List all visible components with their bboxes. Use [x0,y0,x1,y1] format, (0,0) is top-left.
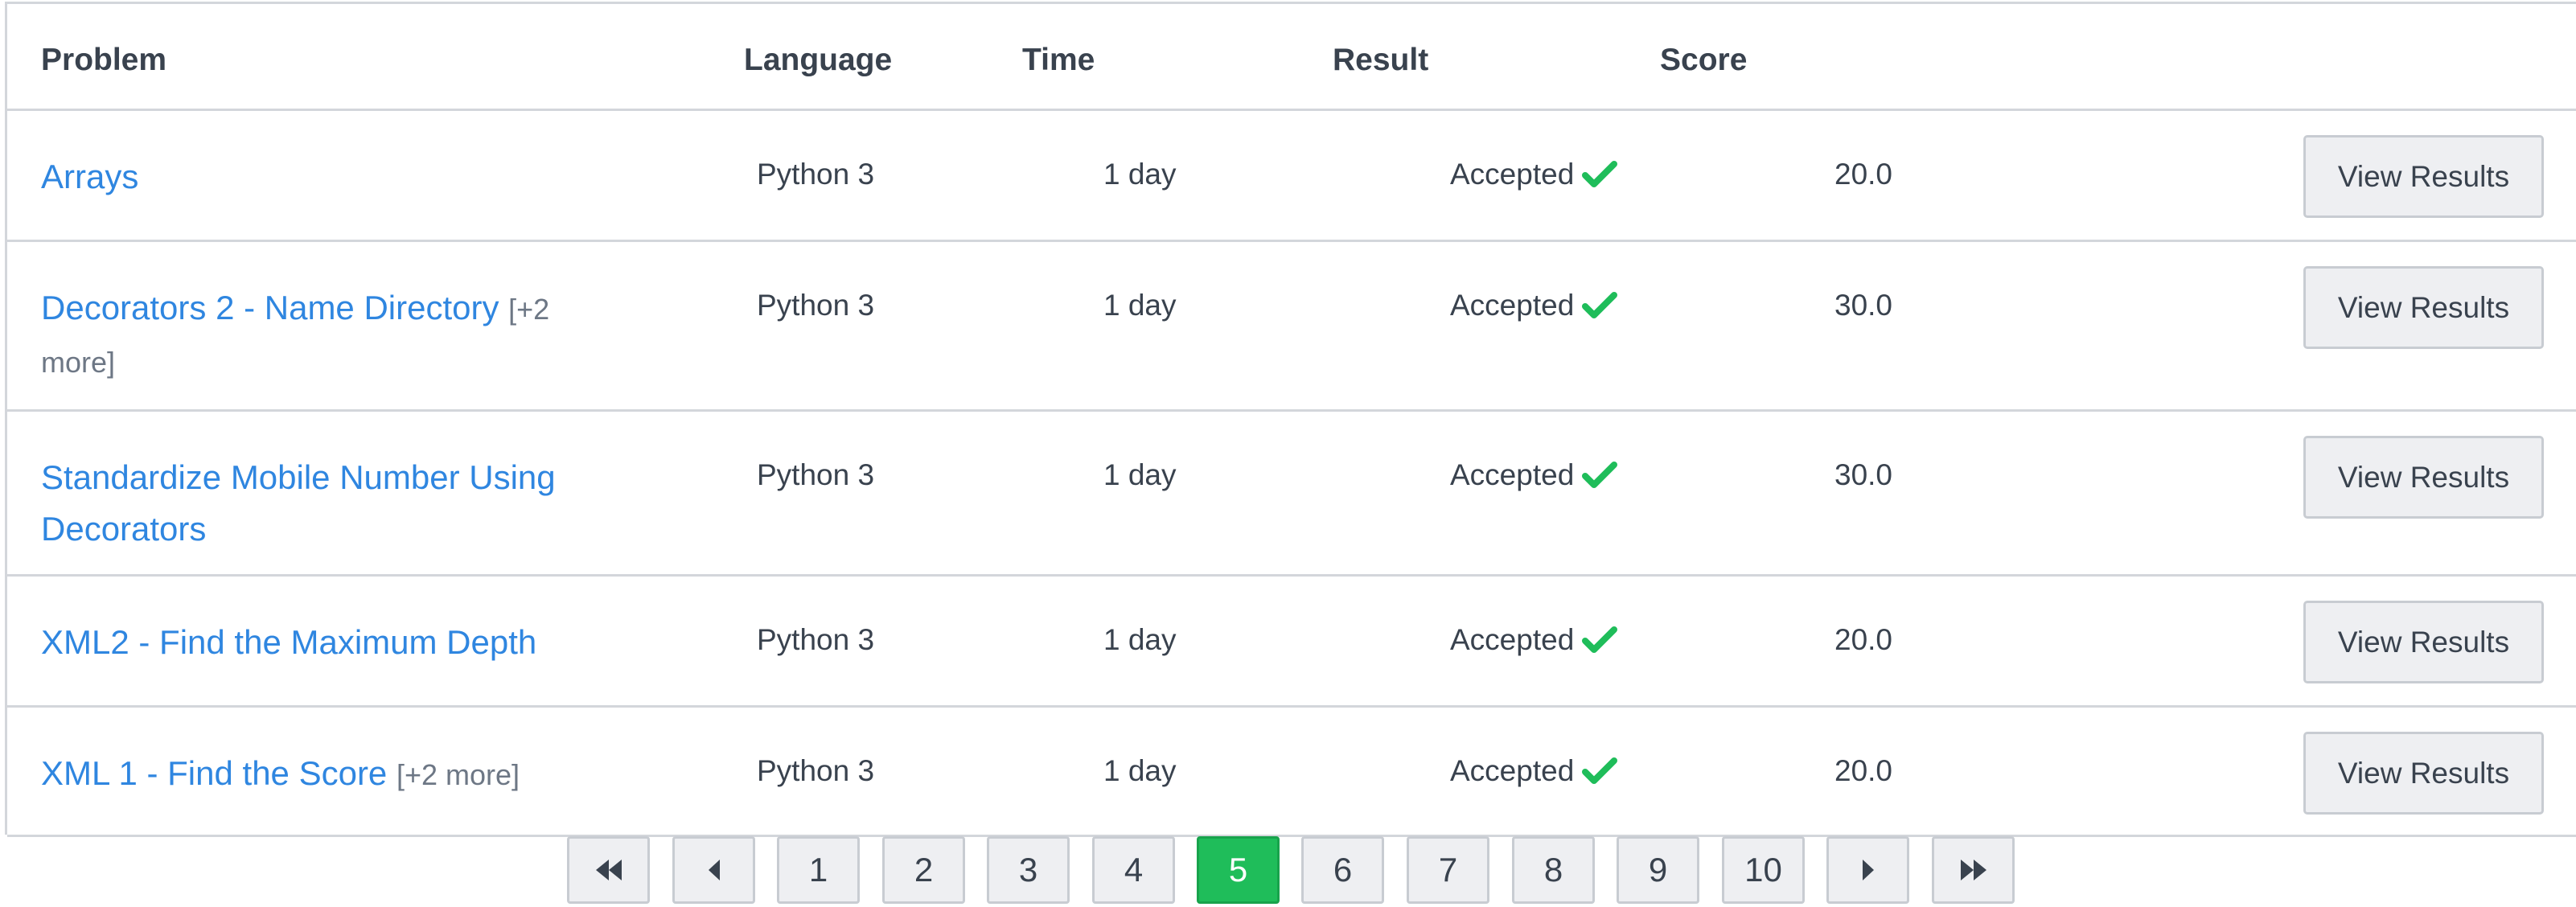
result-text: Accepted [1450,289,1575,322]
header-score: Score [1660,43,1748,77]
language-cell: Python 3 [757,754,875,787]
time-cell: 1 day [1103,754,1177,787]
result-cell: Accepted [1450,623,1618,657]
problem-cell: XML2 - Find the Maximum Depth [41,617,628,668]
check-icon [1582,462,1618,488]
score-cell: 30.0 [1834,458,1893,491]
result-text: Accepted [1450,458,1575,491]
result-text: Accepted [1450,623,1575,656]
table-row: XML 1 - Find the Score [+2 more] Python … [7,708,2576,837]
problem-cell: Standardize Mobile Number Using Decorato… [41,452,628,555]
result-cell: Accepted [1450,158,1618,191]
score-cell: 30.0 [1834,289,1893,322]
language-cell: Python 3 [757,289,875,322]
time-cell: 1 day [1103,623,1177,656]
problem-link[interactable]: XML2 - Find the Maximum Depth [41,623,536,661]
problem-link[interactable]: XML 1 - Find the Score [41,754,387,792]
table-row: XML2 - Find the Maximum Depth Python 3 1… [7,577,2576,708]
page-button[interactable]: 8 [1512,836,1595,904]
page-button[interactable]: 1 [777,836,860,904]
check-icon [1582,626,1618,653]
page-button[interactable]: 10 [1722,836,1805,904]
page-button[interactable]: 7 [1407,836,1489,904]
result-cell: Accepted [1450,289,1618,322]
header-language: Language [744,43,893,77]
current-page-button[interactable]: 5 [1197,836,1280,904]
problem-cell: XML 1 - Find the Score [+2 more] [41,748,628,801]
language-cell: Python 3 [757,623,875,656]
time-cell: 1 day [1103,458,1177,491]
page-button[interactable]: 9 [1617,836,1699,904]
more-tags[interactable]: [+2 more] [396,758,520,791]
prev-page-button[interactable] [672,836,755,904]
problem-link[interactable]: Standardize Mobile Number Using Decorato… [41,458,556,548]
header-problem: Problem [41,43,167,77]
check-icon [1582,757,1618,784]
view-results-button[interactable]: View Results [2303,601,2544,683]
next-page-button[interactable] [1826,836,1909,904]
page-button[interactable]: 2 [882,836,965,904]
check-icon [1582,161,1618,187]
time-cell: 1 day [1103,158,1177,191]
score-cell: 20.0 [1834,158,1893,191]
time-cell: 1 day [1103,289,1177,322]
table-row: Decorators 2 - Name Directory [+2 more] … [7,242,2576,412]
view-results-button[interactable]: View Results [2303,266,2544,349]
view-results-button[interactable]: View Results [2303,436,2544,519]
table-header: Problem Language Time Result Score [7,4,2576,111]
result-text: Accepted [1450,754,1575,787]
problem-cell: Decorators 2 - Name Directory [+2 more] [41,282,628,388]
view-results-button[interactable]: View Results [2303,732,2544,815]
header-time: Time [1022,43,1095,77]
page-button[interactable]: 3 [987,836,1070,904]
page-button[interactable]: 6 [1301,836,1384,904]
score-cell: 20.0 [1834,754,1893,787]
score-cell: 20.0 [1834,623,1893,656]
problem-link[interactable]: Arrays [41,158,138,195]
last-page-button[interactable] [1932,836,2015,904]
view-results-button[interactable]: View Results [2303,135,2544,218]
double-chevron-left-icon [595,860,622,880]
result-cell: Accepted [1450,754,1618,788]
table-row: Arrays Python 3 1 day Accepted 20.0 View… [7,111,2576,242]
problem-link[interactable]: Decorators 2 - Name Directory [41,289,499,326]
language-cell: Python 3 [757,458,875,491]
caret-left-icon [708,860,720,880]
problem-cell: Arrays [41,151,628,203]
submissions-table: Problem Language Time Result Score Array… [5,2,2576,837]
check-icon [1582,292,1618,318]
double-chevron-right-icon [1960,860,1986,880]
result-text: Accepted [1450,158,1575,191]
header-result: Result [1333,43,1429,77]
first-page-button[interactable] [567,836,650,904]
page-button[interactable]: 4 [1092,836,1175,904]
table-row: Standardize Mobile Number Using Decorato… [7,412,2576,577]
result-cell: Accepted [1450,458,1618,492]
caret-right-icon [1862,860,1874,880]
language-cell: Python 3 [757,158,875,191]
